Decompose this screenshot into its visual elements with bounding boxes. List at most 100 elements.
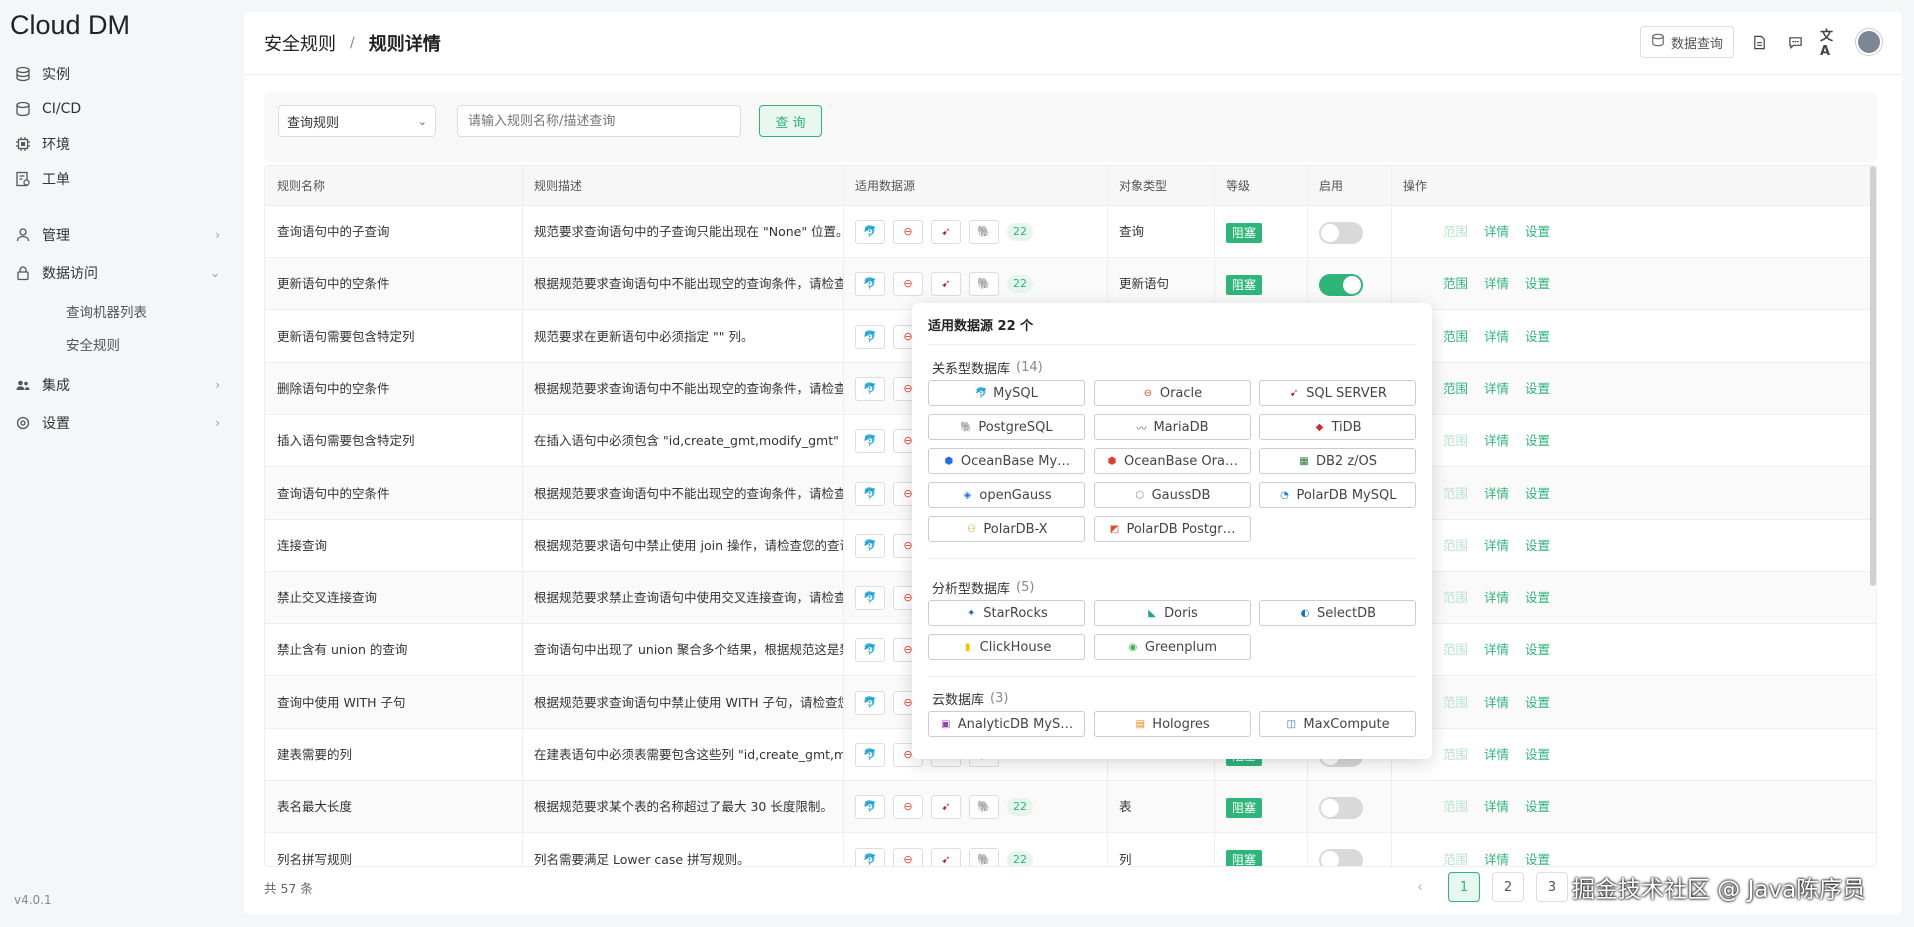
breadcrumb-security-rules[interactable]: 安全规则 xyxy=(264,30,336,56)
details-link[interactable]: 详情 xyxy=(1484,206,1509,258)
avatar[interactable] xyxy=(1856,29,1882,55)
mysql-icon[interactable]: 🐬 xyxy=(855,376,885,401)
page-1[interactable]: 1 xyxy=(1448,872,1480,902)
sqlserver-icon[interactable]: ➹ xyxy=(931,272,961,297)
mysql-icon[interactable]: 🐬 xyxy=(855,481,885,506)
datasource-chip[interactable]: ◫ MaxCompute xyxy=(1259,711,1416,737)
scope-link[interactable]: 范围 xyxy=(1443,729,1468,781)
postgresql-icon[interactable]: 🐘 xyxy=(969,795,999,820)
enable-toggle[interactable] xyxy=(1319,849,1363,866)
scope-link[interactable]: 范围 xyxy=(1443,311,1468,363)
scope-link[interactable]: 范围 xyxy=(1443,258,1468,310)
sidebar-subitem-query-machines[interactable]: 查询机器列表 xyxy=(66,301,147,321)
datasource-chip[interactable]: 🐬 MySQL xyxy=(928,380,1085,406)
scope-link[interactable]: 范围 xyxy=(1443,677,1468,729)
scope-link[interactable]: 范围 xyxy=(1443,781,1468,833)
settings-link[interactable]: 设置 xyxy=(1525,729,1550,781)
datasource-chip[interactable]: ◐ SelectDB xyxy=(1259,600,1416,626)
datasource-chip[interactable]: ▦ DB2 z/OS xyxy=(1259,448,1416,474)
postgresql-icon[interactable]: 🐘 xyxy=(969,847,999,866)
enable-toggle[interactable] xyxy=(1319,796,1363,819)
settings-link[interactable]: 设置 xyxy=(1525,206,1550,258)
oracle-icon[interactable]: ⊖ xyxy=(893,220,923,244)
datasource-chip[interactable]: ◣ Doris xyxy=(1093,600,1251,626)
mysql-icon[interactable]: 🐬 xyxy=(855,847,885,866)
oracle-icon[interactable]: ⊖ xyxy=(893,795,923,820)
datasource-chip[interactable]: ◆ TiDB xyxy=(1259,414,1416,440)
postgresql-icon[interactable]: 🐘 xyxy=(969,220,999,244)
settings-link[interactable]: 设置 xyxy=(1525,363,1550,415)
details-link[interactable]: 详情 xyxy=(1484,677,1509,729)
datasource-chip[interactable]: ◈ openGauss xyxy=(928,482,1085,508)
datasource-chip[interactable]: ⊖ Oracle xyxy=(1093,380,1251,406)
details-link[interactable]: 详情 xyxy=(1484,363,1509,415)
mysql-icon[interactable]: 🐬 xyxy=(855,743,885,767)
document-icon[interactable] xyxy=(1748,31,1770,53)
oracle-icon[interactable]: ⊖ xyxy=(893,272,923,297)
datasource-chip[interactable]: ⬡ GaussDB xyxy=(1093,482,1251,508)
translate-icon[interactable]: 文A xyxy=(1820,29,1842,59)
settings-link[interactable]: 设置 xyxy=(1525,624,1550,676)
datasource-chip[interactable]: ▮ ClickHouse xyxy=(928,634,1085,660)
settings-link[interactable]: 设置 xyxy=(1525,311,1550,363)
sidebar-item-instances[interactable]: 实例 xyxy=(14,59,220,89)
details-link[interactable]: 详情 xyxy=(1484,781,1509,833)
mysql-icon[interactable]: 🐬 xyxy=(855,533,885,558)
settings-link[interactable]: 设置 xyxy=(1525,415,1550,467)
sqlserver-icon[interactable]: ➹ xyxy=(931,795,961,820)
datasource-chip[interactable]: ▣ AnalyticDB MyS… xyxy=(928,711,1085,737)
settings-link[interactable]: 设置 xyxy=(1525,572,1550,624)
prev-page-icon[interactable]: ‹ xyxy=(1404,872,1436,902)
scope-link[interactable]: 范围 xyxy=(1443,415,1468,467)
mysql-icon[interactable]: 🐬 xyxy=(855,272,885,297)
datasource-chip[interactable]: ⚇ PolarDB-X xyxy=(928,516,1085,542)
datasource-chip[interactable]: ⬢ OceanBase My… xyxy=(928,448,1085,474)
datasource-count-badge[interactable]: 22 xyxy=(1007,798,1033,817)
details-link[interactable]: 详情 xyxy=(1484,415,1509,467)
details-link[interactable]: 详情 xyxy=(1484,311,1509,363)
details-link[interactable]: 详情 xyxy=(1484,258,1509,310)
datasource-count-badge[interactable]: 22 xyxy=(1007,223,1033,241)
datasource-chip[interactable]: 〰 MariaDB xyxy=(1093,414,1251,440)
settings-link[interactable]: 设置 xyxy=(1525,781,1550,833)
mysql-icon[interactable]: 🐬 xyxy=(855,638,885,663)
mysql-icon[interactable]: 🐬 xyxy=(855,586,885,611)
sidebar-item-integration[interactable]: 集成 › xyxy=(14,370,220,400)
settings-link[interactable]: 设置 xyxy=(1525,520,1550,572)
details-link[interactable]: 详情 xyxy=(1484,834,1509,866)
datasource-chip[interactable]: ⬢ OceanBase Ora… xyxy=(1093,448,1251,474)
sidebar-item-settings[interactable]: 设置 › xyxy=(14,408,220,438)
oracle-icon[interactable]: ⊖ xyxy=(893,847,923,866)
data-query-button[interactable]: 数据查询 xyxy=(1639,26,1734,58)
rule-type-select[interactable]: 查询规则 ⌄ xyxy=(278,105,436,137)
search-input[interactable] xyxy=(457,105,741,137)
settings-link[interactable]: 设置 xyxy=(1525,834,1550,866)
sidebar-item-management[interactable]: 管理 › xyxy=(14,220,220,250)
chat-icon[interactable] xyxy=(1784,31,1806,53)
page-2[interactable]: 2 xyxy=(1492,872,1524,902)
enable-toggle[interactable] xyxy=(1319,221,1363,244)
details-link[interactable]: 详情 xyxy=(1484,729,1509,781)
sqlserver-icon[interactable]: ➹ xyxy=(931,220,961,244)
page-3[interactable]: 3 xyxy=(1536,872,1568,902)
datasource-chip[interactable]: ✦ StarRocks xyxy=(928,600,1085,626)
sidebar-item-tickets[interactable]: 工单 xyxy=(14,164,220,194)
datasource-count-badge[interactable]: 22 xyxy=(1007,850,1033,866)
scope-link[interactable]: 范围 xyxy=(1443,468,1468,520)
mysql-icon[interactable]: 🐬 xyxy=(855,429,885,454)
sqlserver-icon[interactable]: ➹ xyxy=(931,847,961,866)
scope-link[interactable]: 范围 xyxy=(1443,363,1468,415)
datasource-chip[interactable]: ◔ PolarDB MySQL xyxy=(1259,482,1416,508)
details-link[interactable]: 详情 xyxy=(1484,572,1509,624)
mysql-icon[interactable]: 🐬 xyxy=(855,690,885,715)
scope-link[interactable]: 范围 xyxy=(1443,520,1468,572)
datasource-chip[interactable]: ◩ PolarDB Postgr… xyxy=(1093,516,1251,542)
details-link[interactable]: 详情 xyxy=(1484,520,1509,572)
datasource-chip[interactable]: ➹ SQL SERVER xyxy=(1259,380,1416,406)
datasource-chip[interactable]: ▤ Hologres xyxy=(1093,711,1251,737)
table-scrollbar[interactable] xyxy=(1870,166,1876,586)
postgresql-icon[interactable]: 🐘 xyxy=(969,272,999,297)
mysql-icon[interactable]: 🐬 xyxy=(855,324,885,349)
enable-toggle[interactable] xyxy=(1319,273,1363,296)
query-button[interactable]: 查 询 xyxy=(759,105,822,137)
